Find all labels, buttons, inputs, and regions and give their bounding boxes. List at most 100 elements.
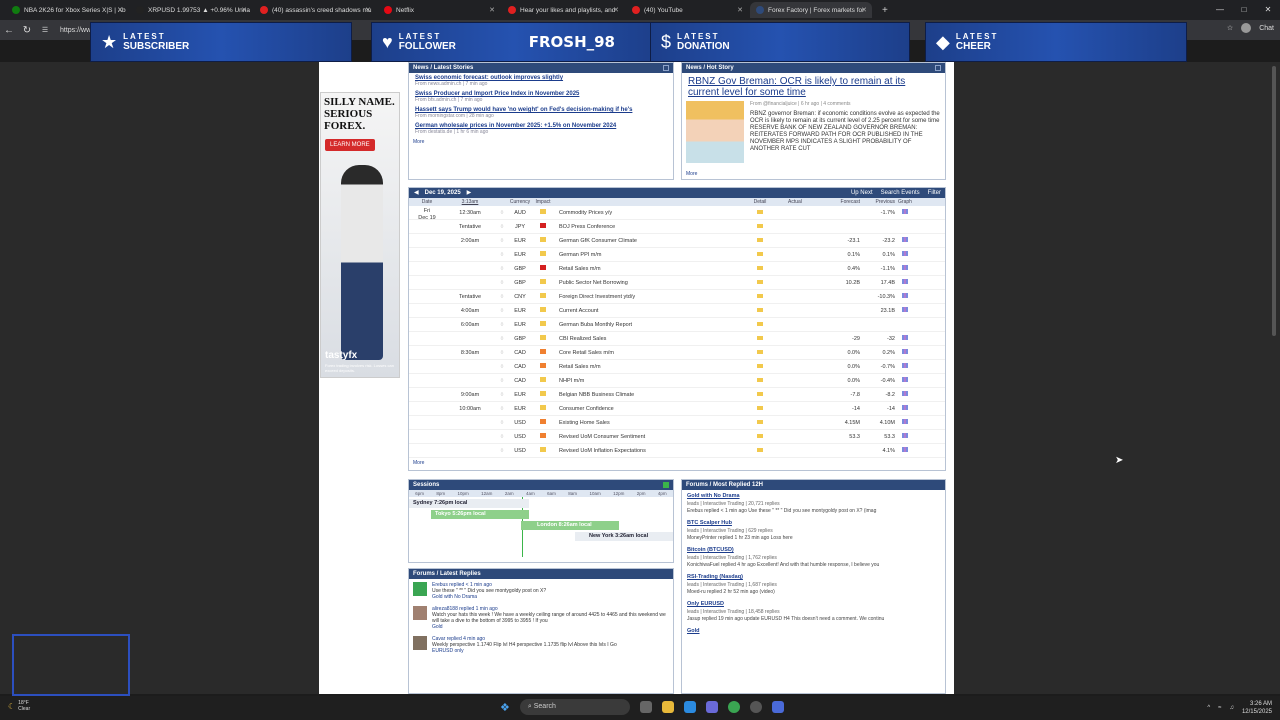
- calendar-row[interactable]: Tentative ◊ JPY BOJ Press Conference: [409, 220, 945, 234]
- alert-bell-icon[interactable]: ◊: [495, 210, 509, 216]
- event-name[interactable]: Consumer Confidence: [555, 406, 745, 412]
- detail-folder-icon[interactable]: [745, 377, 775, 384]
- calendar-row[interactable]: ◊ USD Existing Home Sales 4.15M 4.10M: [409, 416, 945, 430]
- tab-close-icon[interactable]: ✕: [365, 6, 371, 14]
- reload-icon[interactable]: ↻: [18, 25, 36, 36]
- event-name[interactable]: Current Account: [555, 308, 745, 314]
- calendar-row[interactable]: ◊ GBP CBI Realized Sales -29 -32: [409, 332, 945, 346]
- detail-folder-icon[interactable]: [745, 321, 775, 328]
- detail-folder-icon[interactable]: [745, 447, 775, 454]
- event-name[interactable]: CBI Realized Sales: [555, 336, 745, 342]
- calendar-row[interactable]: 10:00am ◊ EUR Consumer Confidence -14 -14: [409, 402, 945, 416]
- graph-icon[interactable]: [895, 251, 915, 258]
- alert-bell-icon[interactable]: ◊: [495, 392, 509, 398]
- graph-icon[interactable]: [895, 405, 915, 412]
- thread-title-link[interactable]: Gold: [687, 628, 940, 634]
- graph-icon[interactable]: [895, 349, 915, 356]
- event-name[interactable]: NHPI m/m: [555, 378, 745, 384]
- detail-folder-icon[interactable]: [745, 419, 775, 426]
- user-avatar[interactable]: [413, 606, 427, 620]
- detail-folder-icon[interactable]: [745, 223, 775, 230]
- app-icon[interactable]: [771, 701, 784, 713]
- browser-tab[interactable]: Hear your likes and playlists, and ✕: [502, 2, 624, 18]
- tab-close-icon[interactable]: ✕: [613, 6, 619, 14]
- alert-bell-icon[interactable]: ◊: [495, 448, 509, 454]
- event-name[interactable]: Foreign Direct Investment ytd/y: [555, 294, 745, 300]
- taskbar-search[interactable]: ⌕ Search: [519, 699, 630, 715]
- event-name[interactable]: Revised UoM Inflation Expectations: [555, 448, 745, 454]
- alert-bell-icon[interactable]: ◊: [495, 266, 509, 272]
- event-name[interactable]: Public Sector Net Borrowing: [555, 280, 745, 286]
- event-name[interactable]: Retail Sales m/m: [555, 266, 745, 272]
- next-day-icon[interactable]: ▶: [467, 188, 472, 198]
- browser-tab[interactable]: Forex Factory | Forex markets for ✕: [750, 2, 872, 18]
- event-name[interactable]: Commodity Prices y/y: [555, 210, 745, 216]
- alert-bell-icon[interactable]: ◊: [495, 378, 509, 384]
- user-avatar[interactable]: [413, 582, 427, 596]
- thread-title-link[interactable]: Gold with No Drama: [687, 493, 940, 499]
- prev-day-icon[interactable]: ◀: [414, 188, 419, 198]
- page-scrollbar[interactable]: [1272, 66, 1276, 336]
- graph-icon[interactable]: [895, 307, 915, 314]
- tastyfx-ad[interactable]: SILLY NAME. SERIOUS FOREX. LEARN MORE ta…: [320, 92, 400, 378]
- graph-icon[interactable]: [895, 265, 915, 272]
- graph-icon[interactable]: [895, 293, 915, 300]
- filter-button[interactable]: Filter: [928, 188, 941, 198]
- detail-folder-icon[interactable]: [745, 391, 775, 398]
- detail-folder-icon[interactable]: [745, 363, 775, 370]
- site-info-icon[interactable]: ☰: [36, 26, 54, 34]
- graph-icon[interactable]: [895, 419, 915, 426]
- stories-more-link[interactable]: More: [409, 137, 673, 147]
- minimize-icon[interactable]: —: [1208, 0, 1232, 20]
- tab-close-icon[interactable]: ✕: [489, 6, 495, 14]
- event-name[interactable]: BOJ Press Conference: [555, 224, 745, 230]
- reply-thread-link[interactable]: Gold: [432, 624, 669, 630]
- calendar-row[interactable]: ◊ CAD NHPI m/m 0.0% -0.4%: [409, 374, 945, 388]
- detail-folder-icon[interactable]: [745, 307, 775, 314]
- bookmark-star-icon[interactable]: ☆: [1227, 24, 1233, 32]
- detail-folder-icon[interactable]: [745, 251, 775, 258]
- alert-bell-icon[interactable]: ◊: [495, 322, 509, 328]
- alert-bell-icon[interactable]: ◊: [495, 252, 509, 258]
- alert-bell-icon[interactable]: ◊: [495, 336, 509, 342]
- tab-close-icon[interactable]: ✕: [861, 6, 867, 14]
- reply-item[interactable]: Erebus replied < 1 min ago Use these " **…: [409, 579, 673, 603]
- col-time[interactable]: 3:13am: [445, 198, 495, 206]
- detail-folder-icon[interactable]: [745, 237, 775, 244]
- reply-thread-link[interactable]: EURUSD only: [432, 648, 617, 654]
- browser-tab[interactable]: NBA 2K26 for Xbox Series X|S | Xb ✕: [6, 2, 128, 18]
- calendar-row[interactable]: ◊ GBP Public Sector Net Borrowing 10.2B 17.4…: [409, 276, 945, 290]
- calendar-row[interactable]: ◊ USD Revised UoM Consumer Sentiment 53.3 53…: [409, 430, 945, 444]
- detail-folder-icon[interactable]: [745, 433, 775, 440]
- calendar-row[interactable]: ◊ EUR German PPI m/m 0.1% 0.1%: [409, 248, 945, 262]
- chrome-icon[interactable]: [727, 701, 740, 713]
- user-avatar[interactable]: [413, 636, 427, 650]
- calendar-row[interactable]: 12:30am ◊ AUD Commodity Prices y/y -1.7%: [409, 206, 945, 220]
- clock[interactable]: 3:26 AM 12/15/2025: [1242, 700, 1272, 716]
- graph-icon[interactable]: [895, 377, 915, 384]
- detail-folder-icon[interactable]: [745, 265, 775, 272]
- tray-chevron-icon[interactable]: ^: [1207, 705, 1210, 711]
- graph-icon[interactable]: [895, 391, 915, 398]
- store-icon[interactable]: [705, 701, 718, 713]
- reply-item[interactable]: Cavar replied 4 min ago Weekly perspectiv…: [409, 633, 673, 657]
- close-icon[interactable]: ✕: [1256, 0, 1280, 20]
- browser-tab[interactable]: XRPUSD 1.99753 ▲ +0.96% Unna ✕: [130, 2, 252, 18]
- panel-toggle-icon[interactable]: [935, 65, 941, 71]
- thread-title-link[interactable]: Bitcoin (BTCUSD): [687, 547, 940, 553]
- thread-title-link[interactable]: BTC Scalper Hub: [687, 520, 940, 526]
- tab-close-icon[interactable]: ✕: [117, 6, 123, 14]
- alert-bell-icon[interactable]: ◊: [495, 308, 509, 314]
- graph-icon[interactable]: [895, 433, 915, 440]
- event-name[interactable]: Belgian NBB Business Climate: [555, 392, 745, 398]
- volume-icon[interactable]: ♫: [1229, 705, 1234, 711]
- reply-item[interactable]: alireza8188 replied 1 min ago Watch your …: [409, 603, 673, 633]
- calendar-row[interactable]: 4:00am ◊ EUR Current Account 23.1B: [409, 304, 945, 318]
- weather-widget[interactable]: ☾ 18°F Clear: [8, 700, 30, 712]
- event-name[interactable]: German Buba Monthly Report: [555, 322, 745, 328]
- panel-toggle-icon[interactable]: [663, 65, 669, 71]
- detail-folder-icon[interactable]: [745, 293, 775, 300]
- alert-bell-icon[interactable]: ◊: [495, 238, 509, 244]
- obs-icon[interactable]: [749, 701, 762, 713]
- calendar-row[interactable]: 8:30am ◊ CAD Core Retail Sales m/m 0.0% 0.2%: [409, 346, 945, 360]
